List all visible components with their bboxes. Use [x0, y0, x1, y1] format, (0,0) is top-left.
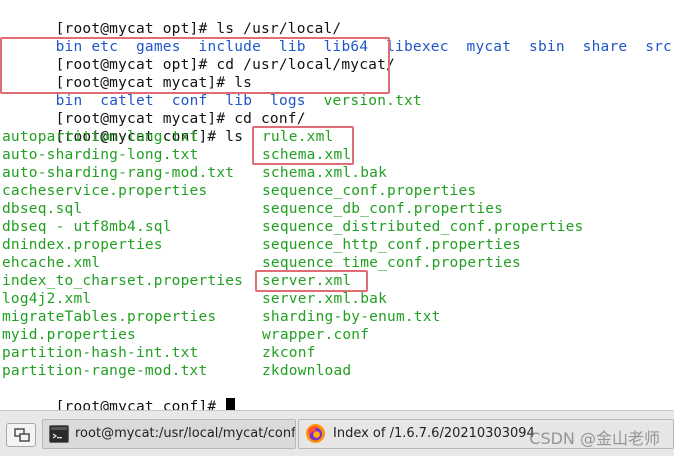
file-entry: migrateTables.properties [2, 309, 217, 325]
file-entry: dnindex.properties [2, 237, 163, 253]
terminal-line: bin etc games include lib lib64 libexec … [2, 20, 672, 55]
terminal-icon [49, 425, 69, 443]
file-entry: sequence_distributed_conf.properties [262, 219, 584, 235]
file-entry: autopartition-long.txt [2, 129, 199, 145]
file-entry: sequence_http_conf.properties [262, 237, 521, 253]
file-entry: schema.xml.bak [262, 165, 388, 181]
file-entry: sequence_db_conf.properties [262, 201, 504, 217]
file-entry: zkdownload [262, 363, 352, 379]
shell-command: ls [225, 129, 244, 145]
file-entry: server.xml.bak [262, 291, 388, 307]
file-entry-server-xml: server.xml [262, 273, 352, 289]
watermark: CSDN @金山老师 [529, 429, 660, 448]
terminal-line: bin catlet conf lib logs version.txt [2, 74, 422, 109]
dir-entry: mycat [466, 39, 512, 55]
file-entry-schema-xml: schema.xml [262, 147, 352, 163]
file-entry: ehcache.xml [2, 255, 101, 271]
taskbar-item-terminal[interactable]: root@mycat:/usr/local/mycat/conf [42, 419, 296, 449]
file-entry: wrapper.conf [262, 327, 370, 343]
dir-entry: src [645, 39, 672, 55]
show-desktop-button[interactable] [6, 423, 36, 447]
taskbar: root@mycat:/usr/local/mycat/conf Index o… [0, 410, 674, 456]
text-cursor [226, 398, 236, 410]
file-entry: version.txt [323, 93, 422, 109]
file-entry: sequence_time_conf.properties [262, 255, 521, 271]
terminal-line: [root@mycat mycat]# cd conf/ [2, 92, 306, 127]
file-entry: index_to_charset.properties [2, 273, 244, 289]
file-entry: sequence_conf.properties [262, 183, 477, 199]
dir-entry: sbin [529, 39, 565, 55]
terminal-window[interactable]: [root@mycat opt]# ls /usr/local/ bin etc… [0, 0, 674, 410]
firefox-icon [306, 424, 325, 443]
dir-entry: share [582, 39, 628, 55]
terminal-line: [root@mycat mycat]# ls [2, 56, 252, 91]
dir-entry: libexec [386, 39, 449, 55]
file-entry: myid.properties [2, 327, 136, 343]
terminal-line: [root@mycat conf]# [2, 380, 236, 410]
file-entry: partition-range-mod.txt [2, 363, 208, 379]
file-entry: sharding-by-enum.txt [262, 309, 441, 325]
file-entry: zkconf [262, 345, 316, 361]
shell-command: cd conf/ [234, 111, 306, 127]
taskbar-item-label: root@mycat:/usr/local/mycat/conf [75, 426, 296, 441]
terminal-line: [root@mycat opt]# cd /usr/local/mycat/ [2, 38, 395, 73]
show-desktop-icon [14, 428, 30, 442]
terminal-line: [root@mycat conf]# ls [2, 110, 243, 145]
taskbar-item-label: Index of /1.6.7.6/20210303094 [333, 426, 535, 441]
terminal-line: [root@mycat opt]# ls /usr/local/ [2, 2, 342, 37]
file-entry: dbseq - utf8mb4.sql [2, 219, 172, 235]
file-entry: cacheservice.properties [2, 183, 208, 199]
file-entry: auto-sharding-rang-mod.txt [2, 165, 235, 181]
file-entry: dbseq.sql [2, 201, 83, 217]
screen: [root@mycat opt]# ls /usr/local/ bin etc… [0, 0, 674, 456]
file-entry: partition-hash-int.txt [2, 345, 199, 361]
file-entry-rule-xml: rule.xml [262, 129, 334, 145]
file-entry: log4j2.xml [2, 291, 92, 307]
file-entry: auto-sharding-long.txt [2, 147, 199, 163]
shell-prompt: [root@mycat conf]# [55, 399, 226, 410]
